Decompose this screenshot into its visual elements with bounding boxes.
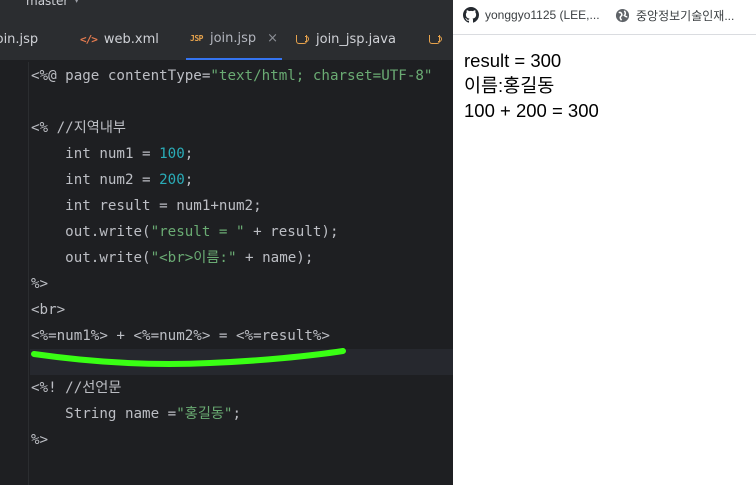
tab-overflow[interactable] (425, 18, 446, 60)
browser-window: yonggyo1125 (LEE,... 중앙정보기술인재... result … (453, 0, 756, 485)
branch-name: master (26, 0, 69, 8)
output-sum-line: 100 + 200 = 300 (464, 100, 599, 121)
code-line-15: %> (31, 432, 49, 448)
tab-join-jsp-java[interactable]: join_jsp.java (292, 18, 400, 60)
globe-icon (615, 8, 630, 22)
code-line-1: <%@ page contentType="text/html; charset… (31, 68, 433, 84)
tab-join-jsp-active[interactable]: JSP join.jsp × (186, 18, 283, 60)
editor-tab-bar: join.jsp </> web.xml JSP join.jsp × join… (0, 18, 453, 61)
tab-label: join_jsp.java (316, 31, 396, 47)
code-line-9: %> (31, 276, 49, 292)
code-line-4: int num1 = 100; (31, 146, 194, 162)
code-line-6: int result = num1+num2; (31, 198, 262, 214)
bookmark-label: yonggyo1125 (LEE,... (485, 8, 600, 22)
tab-web-xml[interactable]: </> web.xml (76, 18, 163, 60)
jsp-file-icon: JSP (190, 33, 203, 43)
output-name-line: 이름:홍길동 (464, 75, 555, 96)
tab-label: web.xml (103, 31, 159, 47)
bookmark-jungang[interactable]: 중앙정보기술인재... (615, 0, 734, 30)
java-class-icon (429, 33, 442, 45)
code-editor[interactable]: <%@ page contentType="text/html; charset… (0, 62, 453, 485)
ide-window: master ▾ join.jsp </> web.xml JSP join.j… (0, 0, 453, 485)
output-result-line: result = 300 (464, 50, 562, 71)
bookmarks-bar: yonggyo1125 (LEE,... 중앙정보기술인재... (453, 0, 756, 35)
code-line-5: int num2 = 200; (31, 172, 194, 188)
bookmark-label: 중앙정보기술인재... (636, 8, 735, 23)
code-line-3: <% //지역내부 (31, 120, 126, 136)
green-marker-underline (31, 348, 346, 367)
ide-title-bar: master ▾ (0, 0, 453, 18)
code-line-8: out.write("<br>이름:" + name); (31, 250, 314, 266)
code-line-7: out.write("result = " + result); (31, 224, 339, 240)
github-icon (463, 7, 479, 23)
line-gutter (0, 62, 29, 485)
tab-join-jsp-first[interactable]: join.jsp (0, 18, 42, 60)
xml-file-icon: </> (80, 32, 98, 46)
chevron-down-icon: ▾ (74, 0, 79, 6)
close-tab-icon[interactable]: × (267, 31, 278, 46)
code-line-10: <br> (31, 302, 66, 318)
bookmark-github[interactable]: yonggyo1125 (LEE,... (463, 0, 600, 30)
code-line-13: <%! //선언문 (31, 380, 122, 396)
tab-label: join.jsp (209, 30, 257, 46)
java-class-icon (296, 33, 309, 45)
code-line-14: String name ="홍길동"; (31, 406, 242, 422)
branch-selector[interactable]: master ▾ (26, 0, 79, 8)
tab-label: join.jsp (0, 31, 39, 47)
rendered-page: result = 300 이름:홍길동 100 + 200 = 300 (464, 48, 599, 123)
